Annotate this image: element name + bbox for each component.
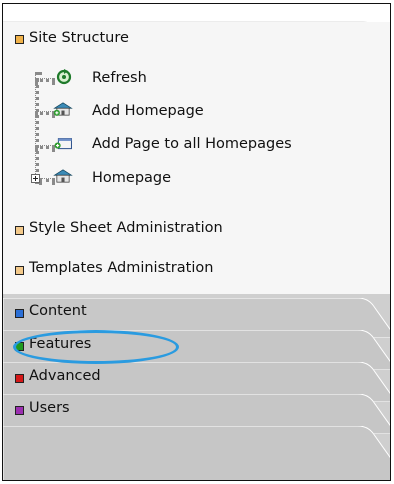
refresh-icon: [56, 69, 72, 85]
tab-empty-area: [3, 426, 390, 480]
homepage-icon: [53, 169, 73, 183]
tree-branch-line: [35, 78, 55, 82]
add-page-icon: [54, 138, 72, 150]
tree-branch-line: [35, 145, 55, 149]
expand-homepage-button[interactable]: [31, 174, 40, 183]
content-square-icon: [15, 309, 24, 318]
site-structure-square-icon: [15, 35, 24, 44]
tree-item-refresh[interactable]: Refresh: [92, 70, 147, 86]
tree-item-add-homepage[interactable]: Add Homepage: [92, 103, 204, 119]
tab-users-label: Users: [29, 400, 70, 416]
tab-users[interactable]: Users: [3, 394, 390, 434]
tree-item-add-page-all[interactable]: Add Page to all Homepages: [92, 136, 292, 152]
users-square-icon: [15, 406, 24, 415]
add-homepage-icon: [53, 102, 73, 116]
tab-content[interactable]: Content: [3, 298, 390, 338]
tab-advanced-label: Advanced: [29, 368, 101, 384]
tab-advanced[interactable]: Advanced: [3, 362, 390, 402]
templates-admin-square-icon: [15, 266, 24, 275]
tree-item-homepage[interactable]: Homepage: [92, 170, 171, 186]
features-highlight-ellipse: [13, 330, 179, 364]
advanced-square-icon: [15, 374, 24, 383]
tree-branch-line: [35, 111, 55, 115]
templates-admin-link[interactable]: Templates Administration: [29, 260, 213, 276]
tree-vertical-line: [35, 72, 39, 184]
stylesheet-admin-link[interactable]: Style Sheet Administration: [29, 220, 223, 236]
site-structure-label[interactable]: Site Structure: [29, 30, 129, 46]
stylesheet-admin-square-icon: [15, 226, 24, 235]
admin-navigation-panel: Site Structure Refresh Add Homepage Add …: [2, 3, 391, 481]
tab-content-label: Content: [29, 303, 87, 319]
